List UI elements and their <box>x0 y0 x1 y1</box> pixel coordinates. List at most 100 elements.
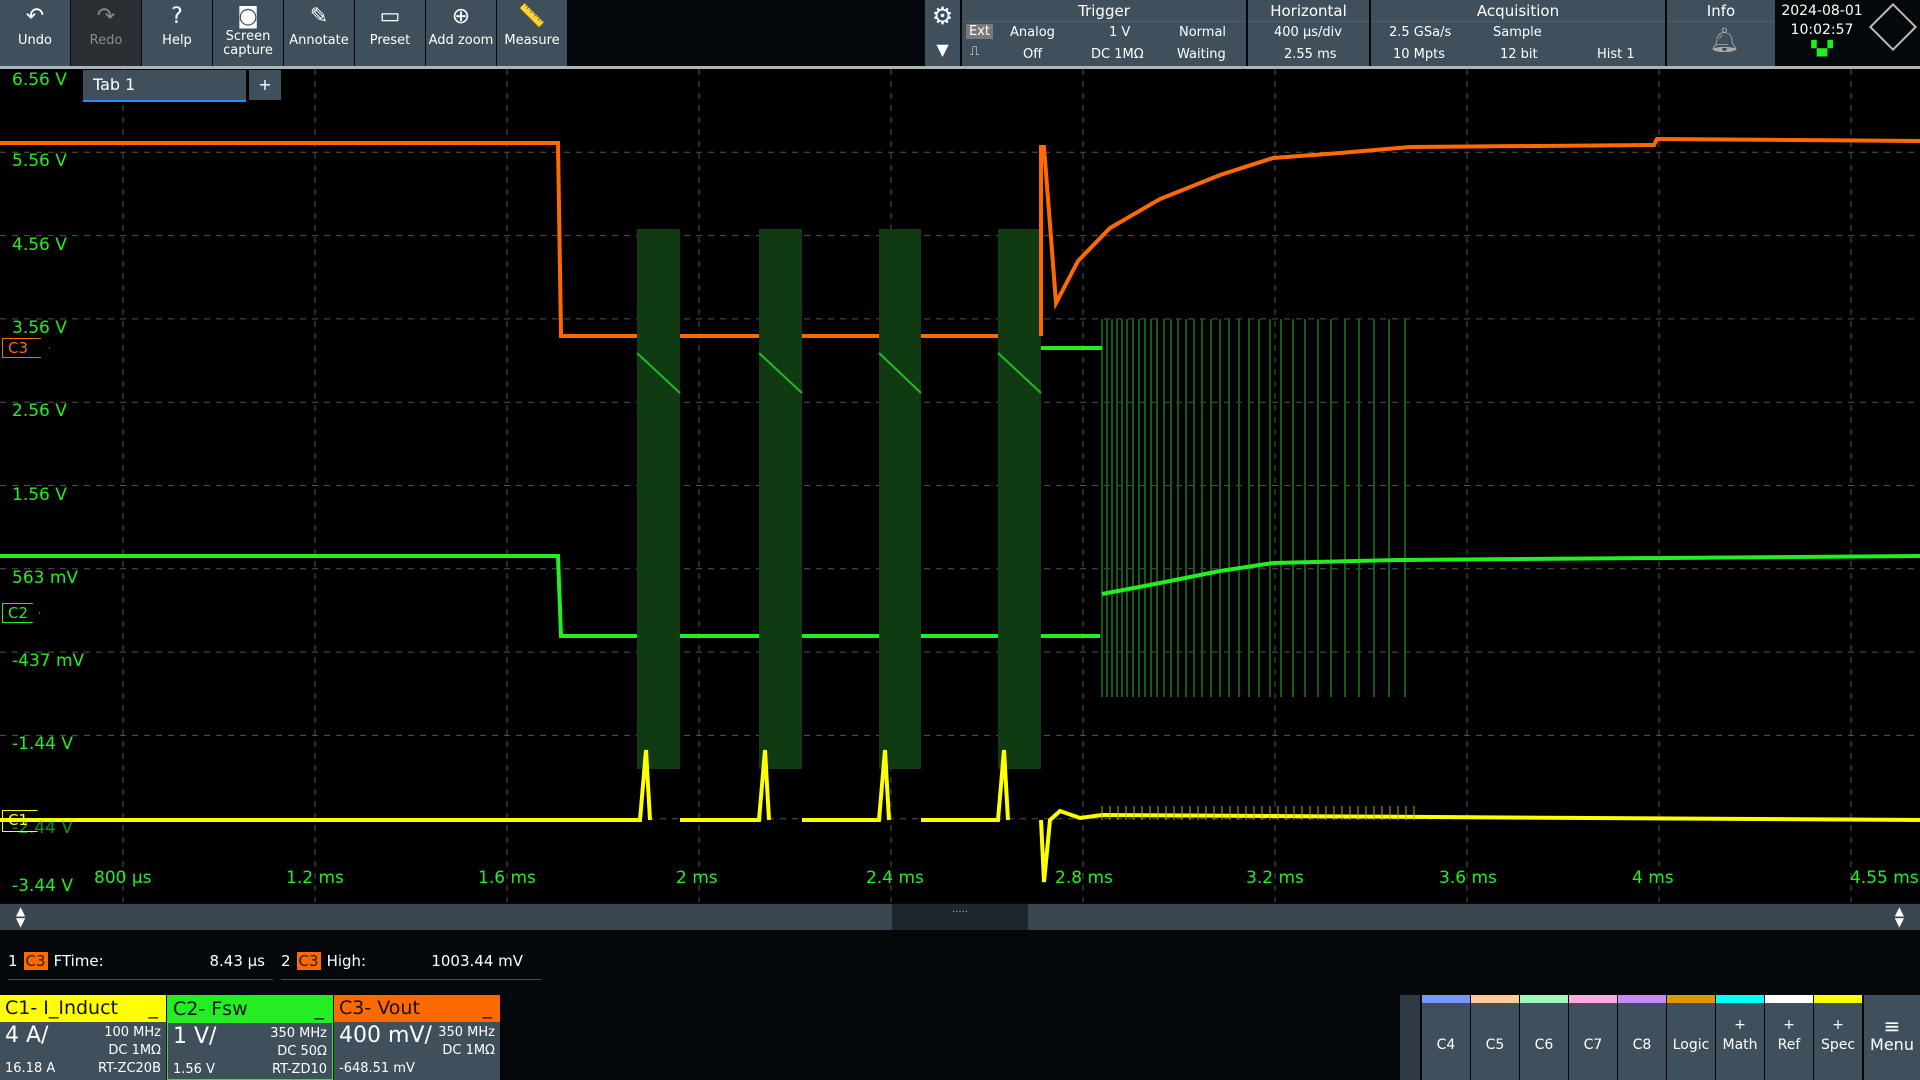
channel-1-box[interactable]: C1- I_Induct _ 4 A/ 100 MHz DC 1MΩ 16.18 … <box>0 995 166 1080</box>
channel-header: C1- I_Induct _ <box>0 995 166 1022</box>
horizontal-scale: 400 µs/div <box>1274 25 1342 40</box>
button-label: Undo <box>18 33 52 48</box>
button-label: Help <box>162 33 192 48</box>
channel-3-box[interactable]: C3- Vout _ 400 mV/ 350 MHz DC 1MΩ -648.51… <box>334 995 500 1080</box>
c7-button[interactable]: C7 <box>1569 995 1617 1080</box>
minimize-icon[interactable]: _ <box>483 995 493 1022</box>
waveform-display[interactable] <box>0 66 1920 902</box>
channel-header: C3- Vout _ <box>334 995 500 1022</box>
c1-offset-marker[interactable]: C1 <box>2 810 46 832</box>
x-axis-label: 4.55 ms <box>1850 868 1919 888</box>
trigger-status: Waiting <box>1177 47 1226 62</box>
settings-gear-button[interactable]: ⚙ <box>925 0 960 33</box>
trigger-source: Ext <box>966 24 994 39</box>
c3-trace <box>1039 136 1920 336</box>
preset-button[interactable]: ▭ Preset <box>355 0 425 66</box>
c2-offset-marker[interactable]: C2 <box>2 603 40 623</box>
channel-coupling: DC 50Ω <box>277 1044 327 1059</box>
hamburger-icon: ≡ <box>1883 1014 1901 1038</box>
button-label: C6 <box>1534 1037 1554 1053</box>
acquisition-panel[interactable]: Acquisition 2.5 GSa/s Sample 10 Mpts 12 … <box>1371 0 1665 66</box>
plus-icon <box>1422 1017 1470 1037</box>
tab-1[interactable]: Tab 1 <box>83 70 246 102</box>
add-tab-button[interactable]: + <box>249 70 281 100</box>
undo-button[interactable]: ↶ Undo <box>0 0 70 66</box>
plus-icon: + <box>1734 1017 1746 1033</box>
logic-button[interactable]: Logic <box>1667 995 1715 1080</box>
acquisition-mode: Sample <box>1493 25 1542 40</box>
undo-icon: ↶ <box>25 4 45 29</box>
math-button[interactable]: + Math <box>1716 995 1764 1080</box>
bell-icon: 🔔︎ <box>1709 26 1740 54</box>
measurement-index: 1 <box>8 952 18 970</box>
measurement-name: FTime: <box>53 952 104 970</box>
plus-icon: + <box>1832 1017 1844 1033</box>
y-axis-label: -1.44 V <box>12 734 74 755</box>
ref-button[interactable]: + Ref <box>1765 995 1813 1080</box>
bottom-bar-filler <box>1400 995 1420 1080</box>
button-label: Measure <box>504 33 560 48</box>
c1-trace <box>802 749 891 822</box>
c3-offset-marker[interactable]: C3 <box>2 338 50 358</box>
add-zoom-button[interactable]: ⊕ Add zoom <box>426 0 496 66</box>
scroll-up-down-right-icon[interactable]: ▲ ▼ <box>1895 905 1904 928</box>
c1-trace <box>921 749 1010 822</box>
x-axis-label: 1.2 ms <box>286 868 344 888</box>
screen-capture-button[interactable]: ◙ Screen capture <box>213 0 283 66</box>
color-strip <box>1765 995 1813 1003</box>
button-label: C8 <box>1632 1037 1652 1053</box>
ruler-icon: 📏 <box>518 4 546 29</box>
scroll-thumb[interactable]: ..... <box>892 904 1028 930</box>
burst-envelope <box>879 229 921 769</box>
help-button[interactable]: ? Help <box>142 0 212 66</box>
minimize-icon[interactable]: _ <box>315 996 325 1023</box>
channel-coupling: DC 1MΩ <box>108 1043 161 1058</box>
measurement-1[interactable]: 1 C3 FTime: 8.43 µs <box>8 952 273 980</box>
minimize-icon[interactable]: _ <box>149 995 159 1022</box>
y-axis-label: 4.56 V <box>12 234 67 255</box>
c1-trace <box>680 749 771 822</box>
button-label: Redo <box>89 33 123 48</box>
trigger-type: Analog <box>1010 25 1055 40</box>
c2-marker-label: C2 <box>8 604 29 622</box>
horizontal-panel[interactable]: Horizontal 400 µs/div 2.55 ms <box>1248 0 1369 66</box>
c3-trace <box>0 141 637 338</box>
y-axis-label: -3.44 V <box>12 876 74 896</box>
plus-icon <box>1520 1017 1568 1037</box>
annotate-button[interactable]: ✎ Annotate <box>284 0 354 66</box>
redo-button[interactable]: ↷ Redo <box>71 0 141 66</box>
channel-offset: -648.51 mV <box>339 1061 415 1076</box>
trigger-edge-icon: ⎍ <box>970 44 980 59</box>
measure-button[interactable]: 📏 Measure <box>497 0 567 66</box>
trigger-coupling: DC 1MΩ <box>1091 47 1144 62</box>
measurement-value: 1003.44 mV <box>431 952 523 970</box>
burst-envelope <box>998 229 1041 769</box>
c4-button[interactable]: C4 <box>1422 995 1470 1080</box>
channel-offset: 16.18 A <box>5 1061 56 1076</box>
acquisition-rate: 2.5 GSa/s <box>1389 25 1452 40</box>
button-label: C5 <box>1485 1037 1505 1053</box>
horizontal-scrollbar[interactable]: ▲ ▼ ..... ▲ ▼ <box>0 904 1920 930</box>
x-axis-label: 3.2 ms <box>1246 868 1304 888</box>
trigger-coupling-state: Off <box>1023 47 1043 62</box>
measurement-2[interactable]: 2 C3 High: 1003.44 mV <box>281 952 541 980</box>
trigger-panel[interactable]: Trigger Ext ⎍ Analog 1 V Normal Off DC 1… <box>962 0 1246 66</box>
button-label: Preset <box>369 33 411 48</box>
waveform-canvas[interactable] <box>0 69 1920 902</box>
scroll-up-down-left-icon[interactable]: ▲ ▼ <box>16 905 25 928</box>
c6-button[interactable]: C6 <box>1520 995 1568 1080</box>
color-strip <box>1716 995 1764 1003</box>
button-label: Ref <box>1777 1037 1801 1053</box>
c3-marker-label: C3 <box>8 339 29 357</box>
info-panel[interactable]: Info 🔔︎ <box>1667 0 1775 66</box>
x-axis-label: 2 ms <box>676 868 718 888</box>
expand-down-button[interactable]: ▼ <box>925 33 960 66</box>
c8-button[interactable]: C8 <box>1618 995 1666 1080</box>
channel-probe: RT-ZD10 <box>272 1062 327 1077</box>
c5-button[interactable]: C5 <box>1471 995 1519 1080</box>
channel-2-box[interactable]: C2- Fsw _ 1 V/ 350 MHz DC 50Ω 1.56 V RT-Z… <box>167 995 333 1080</box>
y-axis-label: 6.56 V <box>12 70 67 90</box>
color-strip <box>1667 995 1715 1003</box>
spec-button[interactable]: + Spec <box>1814 995 1862 1080</box>
menu-button[interactable]: ≡ Menu <box>1864 995 1920 1080</box>
